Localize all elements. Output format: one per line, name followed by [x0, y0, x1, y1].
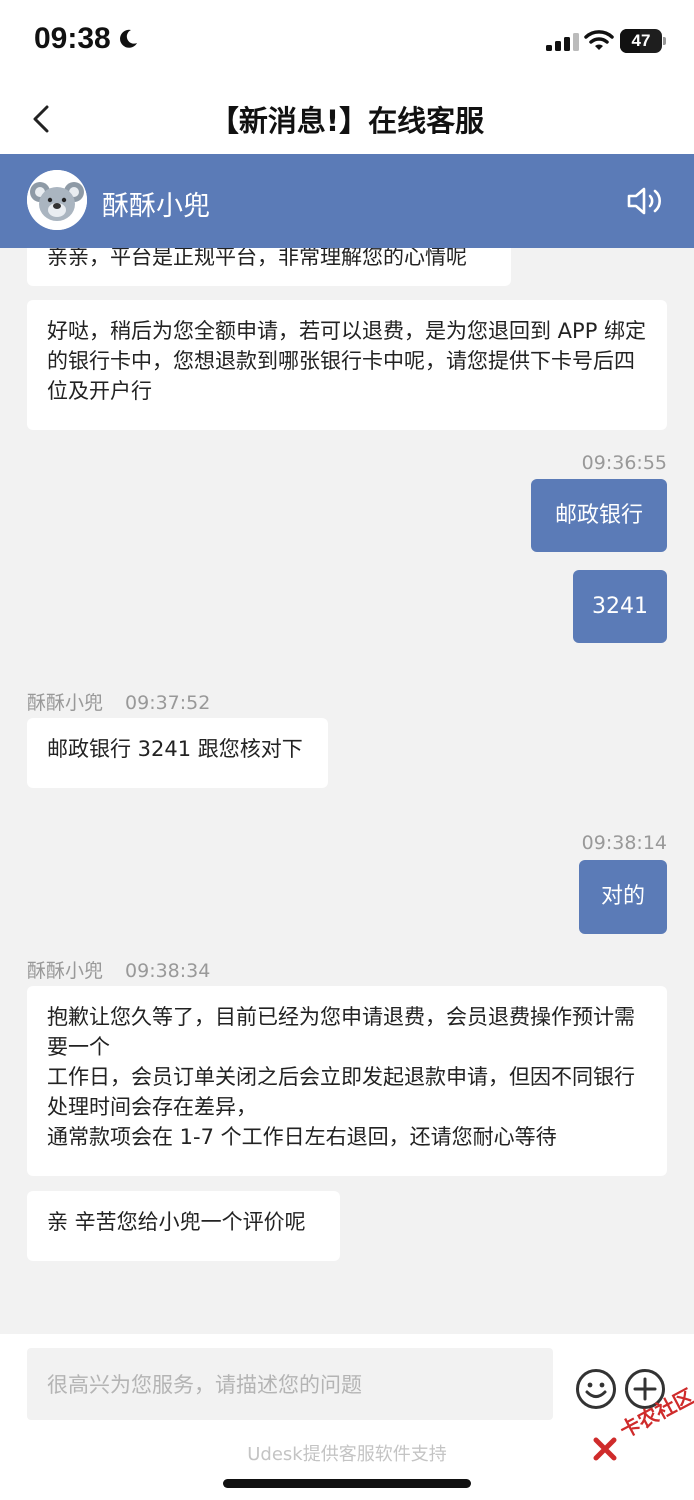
home-indicator: [223, 1479, 471, 1488]
message-bubble-sent: 对的: [579, 860, 667, 934]
status-time: 09:38: [34, 22, 111, 55]
message-meta: 酥酥小兜 09:37:52: [27, 688, 210, 715]
message-bubble-sent: 3241: [573, 570, 667, 643]
message-text: 亲 辛苦您给小兜一个评价呢: [47, 1210, 306, 1234]
message-time: 09:38:34: [125, 960, 211, 982]
message-bubble: 抱歉让您久等了，目前已经为您申请退费，会员退费操作预计需要一个 工作日，会员订单…: [27, 986, 667, 1176]
message-input[interactable]: 很高兴为您服务，请描述您的问题: [27, 1348, 553, 1420]
agent-name: 酥酥小兜: [102, 191, 210, 222]
message-text: 3241: [592, 594, 648, 619]
message-time: 09:37:52: [125, 692, 211, 714]
message-text: 对的: [600, 884, 645, 909]
message-text: 邮政银行 3241 跟您核对下: [47, 737, 303, 761]
message-time: 09:36:55: [581, 452, 667, 474]
status-bar: 09:38 47: [0, 0, 694, 84]
page-title: 【新消息!】在线客服: [209, 104, 485, 138]
input-placeholder: 很高兴为您服务，请描述您的问题: [47, 1373, 362, 1397]
wifi-icon: [584, 30, 614, 50]
battery-cap: [663, 37, 666, 45]
message-text-line: 工作日，会员订单关闭之后会立即发起退款申请，但因不同银行处理时间会存在差异，: [47, 1065, 635, 1119]
watermark-logo-icon: [593, 1437, 617, 1461]
message-meta: 酥酥小兜 09:38:34: [27, 956, 210, 983]
message-bubble: 邮政银行 3241 跟您核对下: [27, 718, 328, 788]
nav-bar: 【新消息!】在线客服: [0, 84, 694, 154]
message-time: 09:38:14: [581, 832, 667, 854]
message-bubble: 亲 辛苦您给小兜一个评价呢: [27, 1191, 340, 1261]
message-text: 亲亲，平台是正规平台，非常理解您的心情呢: [47, 248, 467, 269]
message-text-line: 抱歉让您久等了，目前已经为您申请退费，会员退费操作预计需要一个: [47, 1005, 635, 1059]
message-text: 好哒，稍后为您全额申请，若可以退费，是为您退回到 APP 绑定的银行卡中，您想退…: [47, 319, 647, 403]
message-bubble: 亲亲，平台是正规平台，非常理解您的心情呢: [27, 248, 511, 286]
avatar: [27, 170, 87, 230]
battery-text: 47: [631, 31, 651, 50]
message-bubble-sent: 邮政银行: [531, 479, 667, 552]
message-text: 邮政银行: [554, 503, 643, 528]
message-bubble: 好哒，稍后为您全额申请，若可以退费，是为您退回到 APP 绑定的银行卡中，您想退…: [27, 300, 667, 430]
koala-avatar: [27, 170, 87, 230]
moon-icon: [120, 29, 137, 48]
signal-icon: [546, 33, 579, 51]
speaker-icon[interactable]: [626, 184, 666, 218]
message-text-line: 通常款项会在 1-7 个工作日左右退回，还请您耐心等待: [47, 1125, 557, 1149]
sender-name: 酥酥小兜: [27, 960, 104, 982]
battery-icon: 47: [620, 29, 666, 53]
agent-header: 酥酥小兜: [0, 154, 694, 248]
watermark: 卡农社区: [588, 1384, 694, 1472]
chat-area[interactable]: 亲亲，平台是正规平台，非常理解您的心情呢 好哒，稍后为您全额申请，若可以退费，是…: [0, 248, 694, 1334]
sender-name: 酥酥小兜: [27, 692, 104, 714]
